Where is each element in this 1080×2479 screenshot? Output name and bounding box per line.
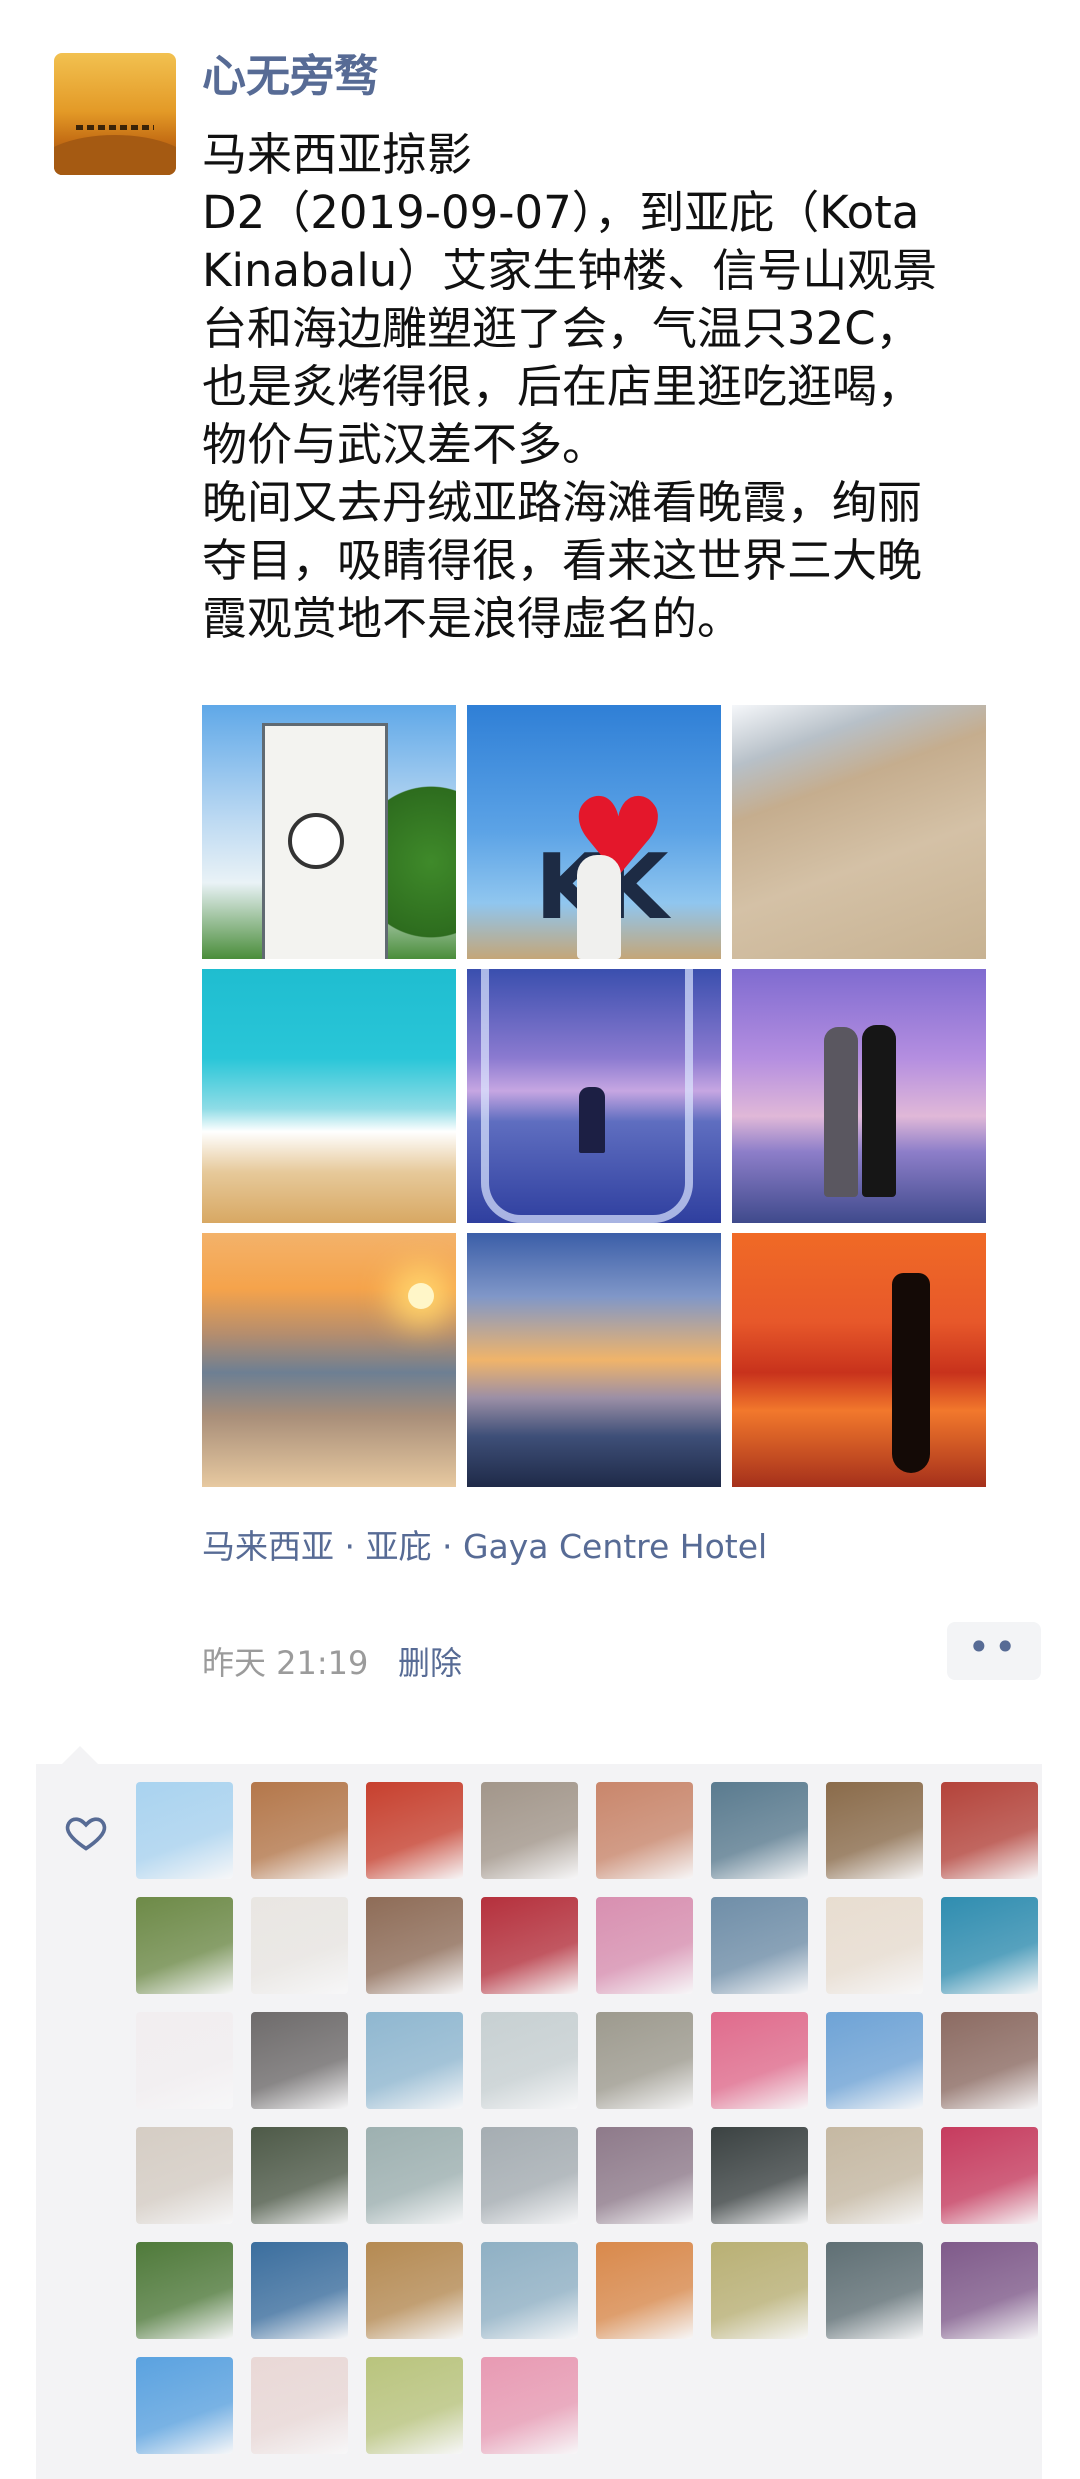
delete-link[interactable]: 删除	[398, 1638, 462, 1684]
liker-avatar[interactable]	[366, 2357, 463, 2454]
liker-avatar[interactable]	[481, 1897, 578, 1994]
post-line: 物价与武汉差不多。	[202, 418, 608, 471]
avatar-camel-caravan	[76, 125, 154, 130]
liker-avatar[interactable]	[711, 1897, 808, 1994]
liker-avatar[interactable]	[251, 2242, 348, 2339]
post-time: 昨天 21:19	[202, 1644, 369, 1682]
turquoise-sea-photo[interactable]	[202, 969, 456, 1223]
liker-avatar[interactable]	[596, 2127, 693, 2224]
silhouette-shape	[892, 1273, 930, 1473]
post-line: 晚间又去丹绒亚路海滩看晚霞，绚丽	[202, 476, 923, 529]
liker-avatar[interactable]	[596, 2242, 693, 2339]
post-line: 马来西亚掠影	[202, 128, 473, 181]
liker-avatar[interactable]	[136, 2127, 233, 2224]
liker-avatar[interactable]	[826, 1782, 923, 1879]
author-name[interactable]: 心无旁骛	[202, 40, 378, 104]
woman-shape	[824, 1027, 858, 1197]
liker-avatar[interactable]	[366, 1782, 463, 1879]
liker-avatar[interactable]	[826, 2127, 923, 2224]
post-line: 夺目，吸睛得很，看来这世界三大晚	[202, 534, 923, 587]
liker-avatar[interactable]	[251, 1897, 348, 1994]
liker-avatar[interactable]	[136, 1897, 233, 1994]
post-line: 也是炙烤得很，后在店里逛吃逛喝，	[202, 360, 923, 413]
likes-pointer	[62, 1746, 98, 1764]
liker-avatar[interactable]	[711, 2242, 808, 2339]
heart-outline-icon	[65, 1817, 107, 1851]
liker-avatar[interactable]	[366, 2012, 463, 2109]
couple-in-glass-photo[interactable]	[467, 969, 721, 1223]
likes-avatar-grid	[136, 1782, 1038, 2454]
glass-shape	[481, 969, 693, 1223]
liker-avatar[interactable]	[941, 2242, 1038, 2339]
liker-avatar[interactable]	[136, 1782, 233, 1879]
tree-shape	[386, 765, 456, 959]
liker-avatar[interactable]	[481, 2127, 578, 2224]
liker-avatar[interactable]	[596, 2012, 693, 2109]
liker-avatar[interactable]	[711, 2012, 808, 2109]
likes-panel	[36, 1764, 1042, 2479]
liker-avatar[interactable]	[366, 1897, 463, 1994]
sunset-clouds-photo[interactable]	[467, 1233, 721, 1487]
liker-avatar[interactable]	[596, 1897, 693, 1994]
more-button[interactable]: ••	[947, 1622, 1041, 1680]
liker-avatar[interactable]	[251, 2012, 348, 2109]
sunset-heart-sand-photo[interactable]	[202, 1233, 456, 1487]
location-link[interactable]: 马来西亚 · 亚庇 · Gaya Centre Hotel	[202, 1520, 767, 1568]
photo-grid: KK ♥	[202, 705, 986, 1487]
liker-avatar[interactable]	[136, 2012, 233, 2109]
author-avatar[interactable]	[54, 53, 176, 175]
liker-avatar[interactable]	[941, 2127, 1038, 2224]
silhouette-sunset-photo[interactable]	[732, 1233, 986, 1487]
avatar-dune	[54, 135, 176, 175]
liker-avatar[interactable]	[481, 2357, 578, 2454]
post-line: D2（2019-09-07），到亚庇（Kota	[202, 186, 920, 239]
liker-avatar[interactable]	[481, 2242, 578, 2339]
woman-shape	[862, 1025, 896, 1197]
person-shape	[577, 855, 621, 959]
liker-avatar[interactable]	[366, 2127, 463, 2224]
liker-avatar[interactable]	[826, 2242, 923, 2339]
liker-avatar[interactable]	[941, 1897, 1038, 1994]
liker-avatar[interactable]	[481, 1782, 578, 1879]
i-love-kk-sign-photo[interactable]: KK ♥	[467, 705, 721, 959]
post-line: Kinabalu）艾家生钟楼、信号山观景	[202, 244, 938, 297]
clock-icon	[288, 813, 344, 869]
liker-avatar[interactable]	[251, 1782, 348, 1879]
liker-avatar[interactable]	[596, 1782, 693, 1879]
liker-avatar[interactable]	[941, 1782, 1038, 1879]
liker-avatar[interactable]	[826, 2012, 923, 2109]
post-text: 马来西亚掠影 D2（2019-09-07），到亚庇（Kota Kinabalu）…	[202, 126, 1042, 648]
liker-avatar[interactable]	[826, 1897, 923, 1994]
post-line: 霞观赏地不是浪得虚名的。	[202, 592, 743, 645]
post-line: 台和海边雕塑逛了会，气温只32C，	[202, 302, 921, 355]
liker-avatar[interactable]	[366, 2242, 463, 2339]
liker-avatar[interactable]	[481, 2012, 578, 2109]
liker-avatar[interactable]	[251, 2127, 348, 2224]
sun-shape	[408, 1283, 434, 1309]
liker-avatar[interactable]	[251, 2357, 348, 2454]
liker-avatar[interactable]	[941, 2012, 1038, 2109]
two-women-beach-photo[interactable]	[732, 969, 986, 1223]
liker-avatar[interactable]	[136, 2242, 233, 2339]
liker-avatar[interactable]	[711, 1782, 808, 1879]
liker-avatar[interactable]	[136, 2357, 233, 2454]
sandy-beach-photo[interactable]	[732, 705, 986, 959]
liker-avatar[interactable]	[711, 2127, 808, 2224]
clock-tower-photo[interactable]	[202, 705, 456, 959]
